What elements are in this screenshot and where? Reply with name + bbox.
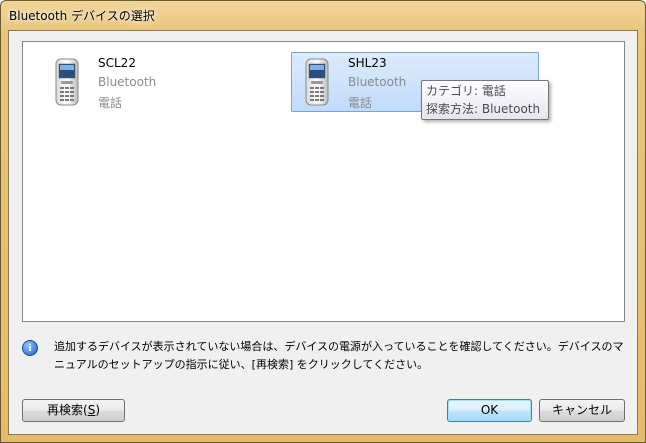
device-name: SHL23	[348, 56, 387, 70]
device-category: 電話	[348, 96, 373, 110]
rescan-button[interactable]: 再検索(S)	[22, 399, 125, 422]
device-name: SCL22	[98, 56, 136, 70]
cancel-button[interactable]: キャンセル	[539, 399, 625, 422]
device-category: 電話	[98, 96, 123, 110]
window-title: Bluetooth デバイスの選択	[9, 9, 155, 23]
device-type: Bluetooth	[348, 75, 407, 89]
info-icon: i	[22, 340, 38, 356]
title-bar[interactable]: Bluetooth デバイスの選択	[1, 1, 645, 29]
rescan-label-suffix: )	[95, 403, 100, 417]
rescan-label-prefix: 再検索(	[47, 403, 88, 417]
tooltip-discovery-method: 探索方法: Bluetooth	[426, 102, 541, 116]
tooltip-category: カテゴリ: 電話	[426, 84, 506, 98]
phone-icon	[55, 58, 79, 106]
ok-label: OK	[480, 403, 499, 417]
info-text: 追加するデバイスが表示されていない場合は、デバイスの電源が入っていることを確認し…	[54, 340, 624, 371]
cancel-label: キャンセル	[551, 403, 612, 417]
device-item-scl22[interactable]: SCL22 Bluetooth 電話	[41, 52, 289, 112]
phone-icon	[305, 58, 329, 106]
ok-button[interactable]: OK	[447, 399, 532, 422]
device-type: Bluetooth	[98, 75, 157, 89]
device-tooltip: カテゴリ: 電話 探索方法: Bluetooth	[421, 80, 549, 120]
dialog-window: Bluetooth デバイスの選択 SCL22 Bluetooth 電話 SHL…	[0, 0, 646, 443]
